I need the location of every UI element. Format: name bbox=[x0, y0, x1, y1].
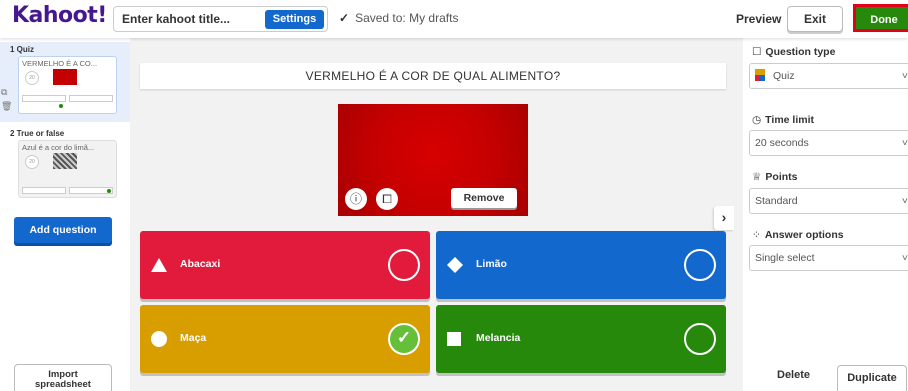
kahoot-title-input[interactable]: Enter kahoot title... Settings bbox=[113, 6, 328, 32]
chevron-down-icon: ˅ bbox=[901, 252, 908, 264]
chevron-down-icon: ˅ bbox=[901, 137, 908, 149]
correct-toggle[interactable] bbox=[388, 249, 420, 281]
thumb-timer: 20 bbox=[25, 71, 39, 85]
quiz-icon bbox=[755, 69, 765, 81]
thumb-image bbox=[53, 153, 77, 169]
kahoot-logo[interactable]: Kahoot! bbox=[12, 3, 107, 28]
crop-icon[interactable]: ⧠ bbox=[376, 188, 398, 210]
thumb-timer: 20 bbox=[25, 155, 39, 169]
question-type-value: Quiz bbox=[773, 70, 795, 82]
answer-options-heading: ⁘ Answer options bbox=[752, 229, 844, 241]
points-heading: ♕ Points bbox=[752, 171, 798, 183]
circle-icon bbox=[151, 331, 167, 347]
triangle-icon bbox=[151, 258, 167, 272]
thumb-correct-dot bbox=[107, 189, 111, 193]
preview-button[interactable]: Preview bbox=[736, 12, 781, 26]
check-icon: ✓ bbox=[396, 328, 412, 347]
answer-text: Melancia bbox=[476, 332, 521, 344]
answer-text: Abacaxi bbox=[180, 258, 221, 270]
thumb-title: VERMELHO É A CO... bbox=[22, 59, 98, 68]
top-bar: Kahoot! Enter kahoot title... Settings ✓… bbox=[0, 0, 908, 38]
answer-2[interactable]: Limão bbox=[436, 231, 726, 299]
chevron-down-icon: ˅ bbox=[901, 70, 908, 82]
settings-button[interactable]: Settings bbox=[265, 10, 324, 29]
title-placeholder: Enter kahoot title... bbox=[122, 12, 231, 26]
slide-thumbnail: VERMELHO É A CO... 20 bbox=[18, 56, 117, 114]
question-type-label: Question type bbox=[765, 46, 836, 58]
slide-item-2[interactable]: 2 True or false Azul é a cor do limã... … bbox=[0, 126, 130, 204]
thumb-answer bbox=[22, 95, 66, 102]
question-title-input[interactable]: VERMELHO É A COR DE QUAL ALIMENTO? bbox=[140, 63, 726, 89]
add-question-button[interactable]: Add question bbox=[14, 217, 112, 243]
options-icon: ⁘ bbox=[752, 229, 761, 241]
slide-label: 2 True or false bbox=[10, 129, 65, 138]
correct-toggle[interactable] bbox=[684, 323, 716, 355]
kahoot-editor: Kahoot! Enter kahoot title... Settings ✓… bbox=[0, 0, 908, 391]
question-image[interactable]: ⓘ ⧠ Remove bbox=[338, 104, 528, 216]
answer-text: Limão bbox=[476, 258, 507, 270]
check-icon: ✓ bbox=[339, 11, 350, 25]
delete-button[interactable]: Delete bbox=[777, 369, 810, 381]
points-select[interactable]: Standard ˅ bbox=[749, 188, 908, 214]
answer-1[interactable]: Abacaxi bbox=[140, 231, 430, 299]
saved-status: ✓ Saved to: My drafts bbox=[339, 11, 458, 25]
time-limit-select[interactable]: 20 seconds ˅ bbox=[749, 130, 908, 156]
correct-toggle[interactable] bbox=[684, 249, 716, 281]
correct-toggle[interactable]: ✓ bbox=[388, 323, 420, 355]
slide-thumbnail: Azul é a cor do limã... 20 bbox=[18, 140, 117, 198]
answer-options-value: Single select bbox=[755, 252, 815, 264]
diamond-icon bbox=[447, 257, 463, 273]
time-limit-heading: ◷ Time limit bbox=[752, 114, 814, 126]
answer-3[interactable]: Maça ✓ bbox=[140, 305, 430, 373]
answer-options-select[interactable]: Single select ˅ bbox=[749, 245, 908, 271]
thumb-image bbox=[53, 69, 77, 85]
question-type-heading: ☐ Question type bbox=[752, 46, 835, 58]
thumb-answer bbox=[22, 187, 66, 194]
answer-text: Maça bbox=[180, 332, 207, 344]
time-limit-label: Time limit bbox=[765, 114, 814, 126]
slide-label: 1 Quiz bbox=[10, 45, 35, 54]
import-spreadsheet-button[interactable]: Import spreadsheet bbox=[14, 364, 112, 391]
question-type-select[interactable]: Quiz ˅ bbox=[749, 63, 908, 89]
question-settings-panel: ☐ Question type Quiz ˅ ◷ Time limit 20 seco… bbox=[743, 38, 908, 391]
clock-icon: ◷ bbox=[752, 114, 762, 126]
remove-image-button[interactable]: Remove bbox=[451, 188, 517, 208]
panel-toggle-chevron-icon[interactable]: › bbox=[714, 206, 734, 230]
duplicate-button[interactable]: Duplicate bbox=[837, 365, 907, 391]
slide-actions: ⧉ 🗑 bbox=[1, 87, 12, 112]
duplicate-icon[interactable]: ⧉ bbox=[1, 87, 12, 98]
square-icon bbox=[447, 332, 461, 346]
chevron-down-icon: ˅ bbox=[901, 195, 908, 207]
thumb-answer bbox=[69, 95, 113, 102]
answer-4[interactable]: Melancia bbox=[436, 305, 726, 373]
import-label-line2: spreadsheet bbox=[35, 379, 91, 390]
trash-icon[interactable]: 🗑 bbox=[1, 101, 12, 112]
slide-sidebar: 1 Quiz ⧉ 🗑 VERMELHO É A CO... 20 2 True … bbox=[0, 38, 130, 391]
answer-options-label: Answer options bbox=[764, 229, 844, 241]
slide-item-1[interactable]: 1 Quiz ⧉ 🗑 VERMELHO É A CO... 20 bbox=[0, 42, 130, 122]
info-icon[interactable]: ⓘ bbox=[345, 188, 367, 210]
thumb-title: Azul é a cor do limã... bbox=[22, 143, 95, 152]
points-label: Points bbox=[765, 171, 798, 183]
exit-button[interactable]: Exit bbox=[787, 6, 843, 32]
done-button[interactable]: Done bbox=[853, 4, 908, 32]
saved-text: Saved to: My drafts bbox=[355, 11, 459, 25]
medal-icon: ♕ bbox=[752, 171, 762, 183]
thumb-correct-dot bbox=[59, 104, 63, 108]
time-limit-value: 20 seconds bbox=[755, 137, 809, 149]
question-type-icon: ☐ bbox=[752, 46, 762, 58]
points-value: Standard bbox=[755, 195, 798, 207]
